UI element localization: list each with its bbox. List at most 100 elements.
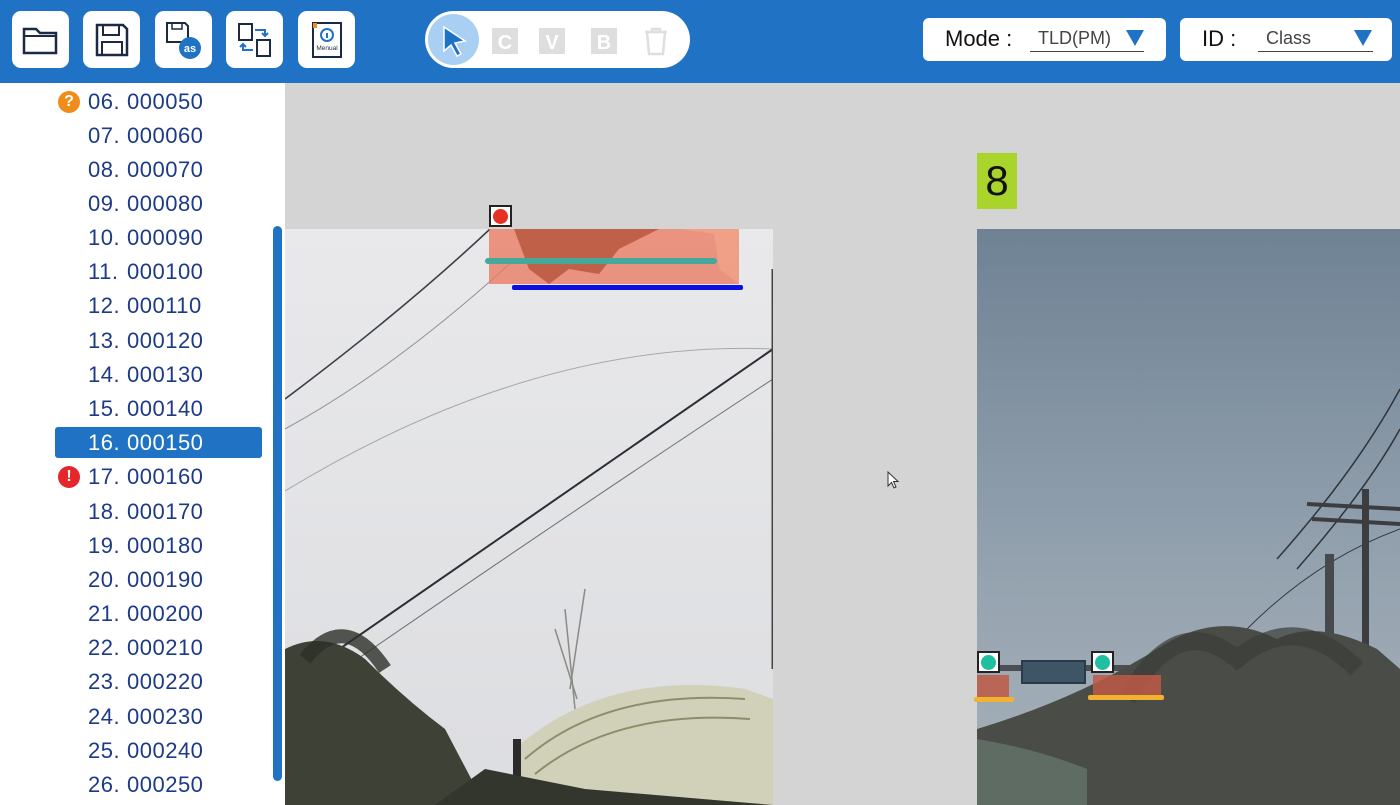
file-name: 000100 [127, 259, 204, 284]
right-scene [977, 229, 1400, 805]
file-list-item[interactable]: 08. 000070 [55, 154, 262, 185]
file-name: 000070 [127, 157, 204, 182]
save-as-button[interactable]: as [155, 11, 212, 68]
mode-dropdown[interactable]: Mode : TLD(PM) [923, 18, 1166, 61]
file-index: 26. [88, 772, 121, 797]
file-list-item[interactable]: 15. 000140 [55, 393, 262, 424]
save-as-label: as [183, 43, 195, 55]
left-scene [285, 229, 773, 805]
file-list-item[interactable]: 21. 000200 [55, 598, 262, 629]
v-tool-button[interactable]: V [536, 23, 570, 57]
annotation-line-teal[interactable] [485, 258, 717, 264]
pointer-arrow-icon [442, 25, 467, 57]
save-button[interactable] [83, 11, 140, 68]
top-toolbar: as Menual C V B Mode : TLD(PM) ID : Clas… [0, 0, 1400, 83]
error-icon: ! [58, 466, 80, 488]
file-name: 000130 [127, 362, 204, 387]
file-name: 000080 [127, 191, 204, 216]
file-index: 25. [88, 738, 121, 763]
file-name: 000110 [127, 293, 202, 318]
file-index: 18. [88, 499, 121, 524]
c-tool-button[interactable]: C [489, 23, 523, 57]
file-index: 22. [88, 635, 121, 660]
mode-underline [1030, 51, 1144, 52]
b-box-icon: B [591, 28, 617, 54]
file-list-item[interactable]: 11. 000100 [55, 256, 262, 287]
file-list-item[interactable]: 20. 000190 [55, 564, 262, 595]
file-name: 000200 [127, 601, 204, 626]
file-list-item[interactable]: 18. 000170 [55, 496, 262, 527]
file-list-item[interactable]: 12. 000110 [55, 290, 262, 321]
id-underline [1258, 51, 1373, 52]
left-frame-image [285, 229, 773, 805]
file-list-item[interactable]: 26. 000250 [55, 769, 262, 800]
file-index: 06. [88, 89, 121, 114]
file-index: 21. [88, 601, 121, 626]
file-list-item[interactable]: 24. 000230 [55, 701, 262, 732]
bounding-box-green-light[interactable] [977, 675, 1009, 697]
delete-tool-button[interactable] [639, 23, 673, 57]
annotation-line-orange[interactable] [1088, 695, 1164, 700]
tool-selector: C V B [425, 11, 690, 68]
id-dropdown[interactable]: ID : Class [1180, 18, 1392, 61]
floppy-disk-icon [95, 23, 128, 56]
mode-value: TLD(PM) [1038, 28, 1111, 48]
pointer-tool-button[interactable] [428, 14, 479, 65]
file-list-item[interactable]: 13. 000120 [55, 325, 262, 356]
file-name: 000160 [127, 464, 204, 489]
chevron-down-icon [1126, 30, 1144, 46]
file-convert-icon [237, 22, 271, 57]
id-value: Class [1266, 28, 1312, 48]
manual-button[interactable]: Menual [298, 11, 355, 68]
warning-icon: ? [58, 91, 80, 113]
b-tool-button[interactable]: B [588, 23, 622, 57]
frame-number-badge: 8 [977, 153, 1017, 209]
file-name: 000120 [127, 328, 204, 353]
id-label: ID : [1202, 26, 1237, 51]
file-list-item[interactable]: ? 06. 000050 [55, 86, 262, 117]
open-folder-button[interactable] [12, 11, 69, 68]
bounding-box-green-light[interactable] [1093, 675, 1161, 697]
file-list-item[interactable]: 09. 000080 [55, 188, 262, 219]
convert-button[interactable] [226, 11, 283, 68]
file-index: 09. [88, 191, 121, 216]
folder-icon [22, 27, 57, 54]
file-list-item[interactable]: ! 17. 000160 [55, 461, 262, 492]
file-list-item[interactable]: 14. 000130 [55, 359, 262, 390]
annotation-canvas[interactable]: 8 [285, 83, 1400, 805]
file-list-item[interactable]: 07. 000060 [55, 120, 262, 151]
mode-label: Mode : [945, 26, 1013, 51]
green-light-class-icon[interactable] [1091, 651, 1114, 673]
file-index: 24. [88, 704, 121, 729]
file-name: 000150 [127, 430, 204, 455]
right-frame-image [977, 229, 1400, 805]
red-light-class-icon[interactable] [489, 205, 512, 227]
file-name: 000090 [127, 225, 204, 250]
file-name: 000140 [127, 396, 204, 421]
file-name: 000210 [127, 635, 204, 660]
file-list-scrollbar[interactable] [273, 226, 282, 781]
file-list-item[interactable]: 10. 000090 [55, 222, 262, 253]
file-list-item[interactable]: 25. 000240 [55, 735, 262, 766]
green-light-class-icon[interactable] [977, 651, 1000, 673]
file-list-item-selected[interactable]: 16. 000150 [55, 427, 262, 458]
file-list-item[interactable]: 23. 000220 [55, 666, 262, 697]
file-index: 17. [88, 464, 121, 489]
v-box-icon: V [539, 28, 565, 54]
file-name: 000170 [127, 499, 204, 524]
annotation-line-orange[interactable] [974, 697, 1014, 702]
annotation-line-blue[interactable] [512, 285, 743, 290]
file-list-item[interactable]: 22. 000210 [55, 632, 262, 663]
trash-icon [645, 27, 667, 56]
file-name: 000180 [127, 533, 204, 558]
bounding-box-red-light[interactable] [489, 229, 739, 284]
b-tool-label: B [597, 32, 611, 54]
file-name: 000050 [127, 89, 204, 114]
v-tool-label: V [545, 32, 559, 54]
file-list-item[interactable]: 19. 000180 [55, 530, 262, 561]
chevron-down-icon [1354, 30, 1372, 46]
file-name: 000250 [127, 772, 204, 797]
file-index: 16. [88, 430, 121, 455]
file-name: 000220 [127, 669, 204, 694]
c-tool-label: C [498, 32, 512, 54]
